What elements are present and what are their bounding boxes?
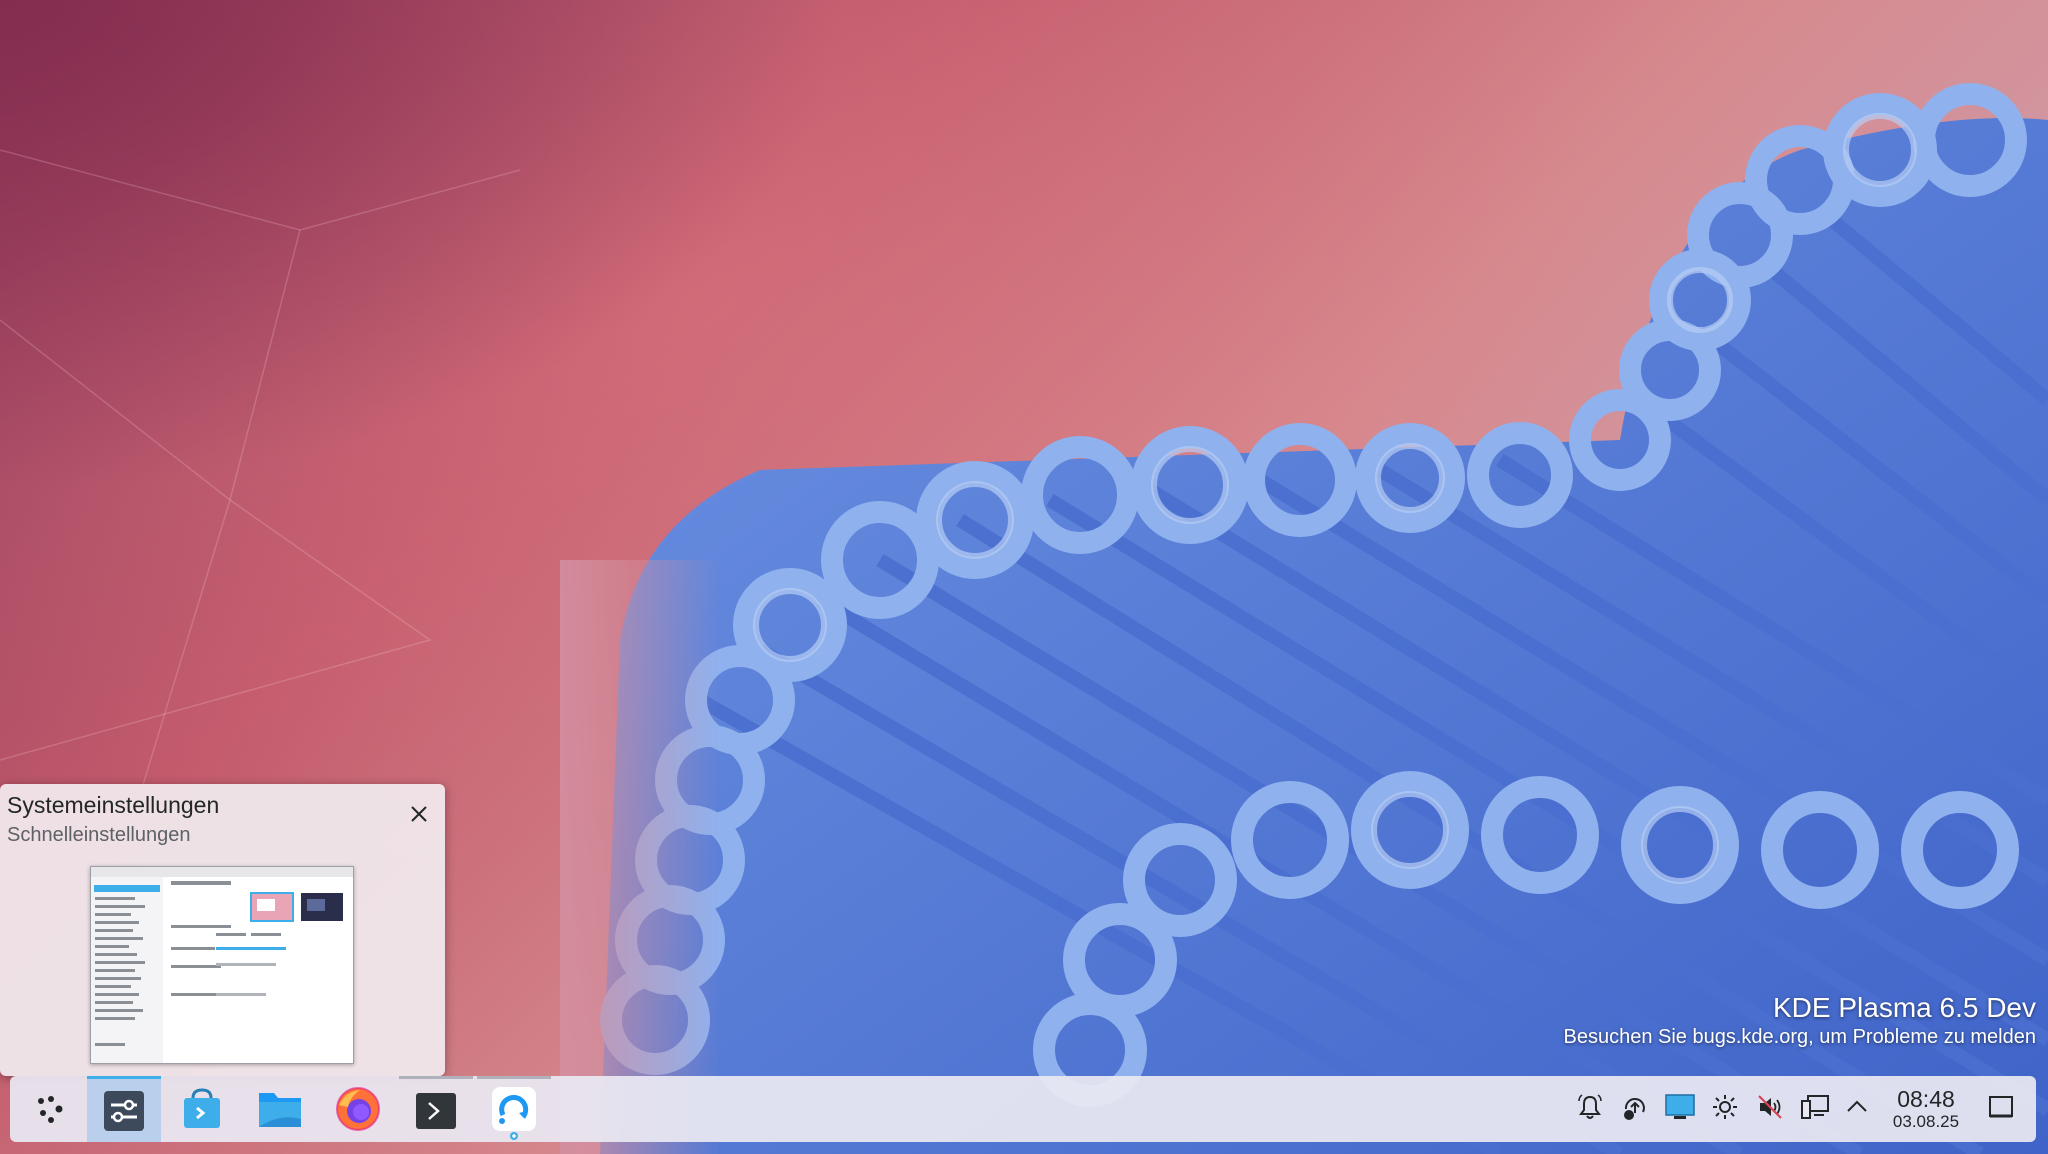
- updates-icon: [1624, 1098, 1645, 1120]
- display-button[interactable]: [1663, 1090, 1697, 1124]
- panel: 08:48 03.08.25: [0, 1076, 2048, 1154]
- task-discover[interactable]: [165, 1076, 239, 1142]
- volume-muted-icon: [1758, 1095, 1782, 1119]
- bug-report-hint: Besuchen Sie bugs.kde.org, um Probleme z…: [1563, 1026, 2037, 1048]
- tooltip-subtitle: Schnelleinstellungen: [7, 824, 191, 846]
- expand-tray-button[interactable]: [1840, 1090, 1874, 1124]
- network-button[interactable]: [1798, 1090, 1832, 1124]
- task-firefox[interactable]: [321, 1076, 395, 1142]
- terminal-icon: [416, 1092, 456, 1129]
- sync-icon: [492, 1086, 536, 1140]
- task-konsole[interactable]: [399, 1076, 473, 1142]
- system-settings-icon: [104, 1090, 144, 1131]
- kde-launcher-icon: [38, 1096, 63, 1123]
- task-updater[interactable]: [477, 1076, 551, 1142]
- discover-store-icon: [184, 1088, 220, 1128]
- task-systemeinstellungen[interactable]: [87, 1076, 161, 1142]
- show-desktop-icon: [1989, 1096, 2013, 1118]
- updates-button[interactable]: [1618, 1090, 1652, 1124]
- network-icon: [1801, 1095, 1829, 1119]
- plasma-version-watermark: KDE Plasma 6.5 Dev: [1773, 992, 2036, 1023]
- show-desktop-button[interactable]: [1984, 1090, 2018, 1124]
- folder-icon: [259, 1093, 301, 1127]
- notifications-button[interactable]: [1573, 1090, 1607, 1124]
- thumbnail-image: [91, 867, 353, 1063]
- firefox-icon: [336, 1087, 380, 1131]
- application-launcher-button[interactable]: [14, 1076, 88, 1142]
- close-icon: [411, 806, 427, 822]
- clock-time: 08:48: [1897, 1086, 1955, 1112]
- window-thumbnail[interactable]: [90, 866, 354, 1064]
- clock-date: 03.08.25: [1892, 1112, 1960, 1131]
- tooltip-title: Systemeinstellungen: [7, 792, 220, 818]
- task-dolphin[interactable]: [243, 1076, 317, 1142]
- brightness-icon: [1713, 1095, 1737, 1119]
- display-icon: [1665, 1094, 1695, 1119]
- brightness-button[interactable]: [1708, 1090, 1742, 1124]
- digital-clock[interactable]: 08:48 03.08.25: [1878, 1086, 1974, 1132]
- close-window-button[interactable]: [405, 800, 433, 828]
- expand-tray-icon: [1847, 1100, 1867, 1112]
- notifications-icon: [1578, 1094, 1602, 1119]
- volume-button[interactable]: [1753, 1090, 1787, 1124]
- task-preview-tooltip: Systemeinstellungen Schnelleinstellungen: [0, 784, 445, 1076]
